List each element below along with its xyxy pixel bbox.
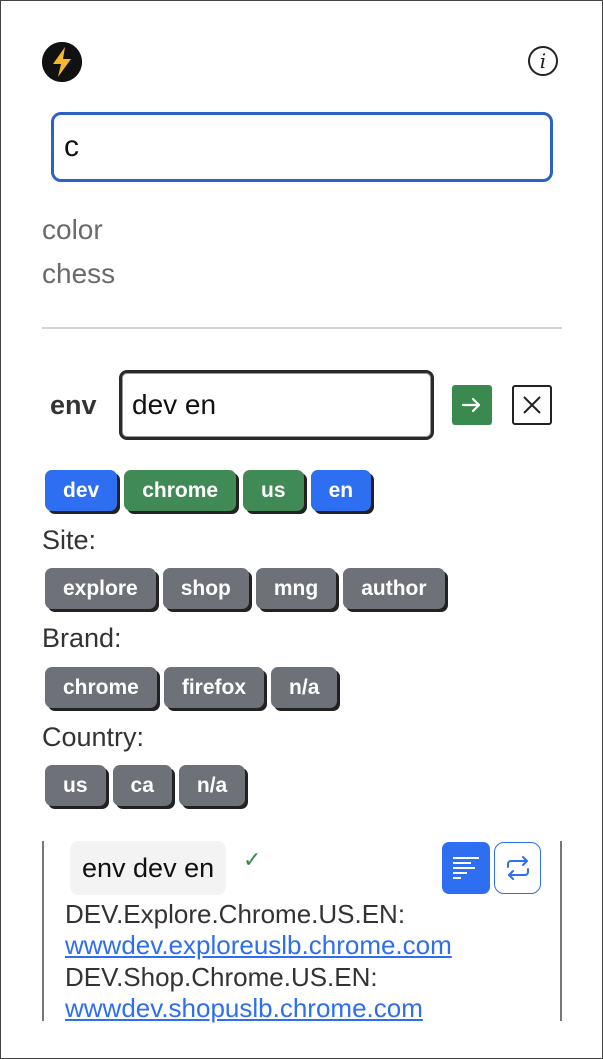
- info-icon[interactable]: i: [528, 46, 558, 76]
- search-input[interactable]: [51, 112, 553, 182]
- lightning-bolt-icon: [42, 42, 82, 82]
- brand-options: chrome firefox n/a: [45, 667, 338, 708]
- popup-panel: i color chess env dev chrome us en Site:…: [0, 0, 603, 1059]
- result-entry-name: DEV.Shop.Chrome.US.EN:: [65, 962, 378, 992]
- site-option-author[interactable]: author: [343, 568, 445, 609]
- brand-label: Brand:: [42, 623, 122, 653]
- country-label: Country:: [42, 722, 145, 752]
- country-option-na[interactable]: n/a: [178, 765, 246, 806]
- clear-button[interactable]: [512, 385, 552, 425]
- brand-option-na[interactable]: n/a: [271, 667, 338, 708]
- country-options: us ca n/a: [45, 765, 246, 806]
- brand-option-chrome[interactable]: chrome: [45, 667, 157, 708]
- format-button[interactable]: [442, 842, 490, 894]
- tag-dev[interactable]: dev: [45, 470, 118, 511]
- result-entry-link[interactable]: wwwdev.shopuslb.chrome.com: [65, 993, 423, 1024]
- format-lines-icon: [453, 857, 479, 879]
- result-entry-link[interactable]: wwwdev.exploreuslb.chrome.com: [65, 930, 452, 961]
- site-label: Site:: [42, 525, 97, 555]
- tag-en[interactable]: en: [310, 470, 372, 511]
- suggestion-item[interactable]: color: [42, 214, 103, 246]
- result-title: env dev en: [70, 841, 227, 895]
- country-option-us[interactable]: us: [45, 765, 106, 806]
- result-panel: env dev en ✓ DEV.Explore.Chrome.US.EN: w…: [42, 841, 562, 1024]
- result-entry-name: DEV.Explore.Chrome.US.EN:: [65, 899, 406, 929]
- active-tags: dev chrome us en: [45, 470, 372, 511]
- env-input[interactable]: [119, 370, 434, 440]
- close-icon: [523, 396, 541, 414]
- site-option-shop[interactable]: shop: [162, 568, 249, 609]
- go-button[interactable]: [452, 385, 492, 425]
- brand-option-firefox[interactable]: firefox: [163, 667, 265, 708]
- divider: [42, 327, 562, 329]
- country-option-ca[interactable]: ca: [112, 765, 172, 806]
- checkmark-icon: ✓: [243, 847, 262, 872]
- tag-us[interactable]: us: [243, 470, 304, 511]
- swap-arrows-icon: [506, 856, 529, 880]
- site-option-explore[interactable]: explore: [45, 568, 156, 609]
- tag-chrome[interactable]: chrome: [124, 470, 237, 511]
- arrow-right-icon: [461, 397, 481, 413]
- site-options: explore shop mng author: [45, 568, 445, 609]
- suggestion-item[interactable]: chess: [42, 258, 115, 290]
- env-label: env: [50, 390, 97, 420]
- swap-button[interactable]: [494, 842, 541, 894]
- site-option-mng[interactable]: mng: [255, 568, 337, 609]
